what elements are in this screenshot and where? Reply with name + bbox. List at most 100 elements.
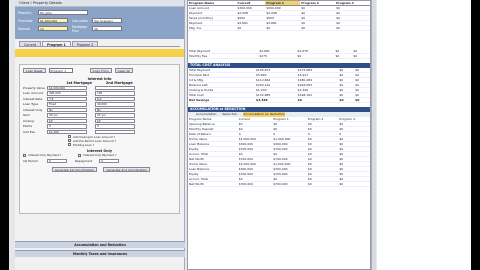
- table-cell: $0: [306, 181, 339, 188]
- generate-2nd-amortization-button[interactable]: Generate 2nd Amortization: [103, 166, 151, 172]
- loan-reset-button[interactable]: Loan Reset: [23, 68, 46, 73]
- accum-table: Program Name Current Program 1 Program 2 Pro…: [188, 117, 370, 188]
- property-field[interactable]: Mr. John: [38, 10, 88, 15]
- loan-check-row: Existing Loan ?: [20, 143, 179, 147]
- letterbox-right: [471, 0, 480, 270]
- loan-checks: Add Closing to Loan Amount ? Add Pre-Paid…: [20, 135, 179, 147]
- loan-checkbox-label: Existing Loan ?: [73, 142, 95, 147]
- loan-panel: Loan Reset Program 1 Copy From Clear All…: [19, 64, 180, 214]
- loan-checkbox[interactable]: [68, 135, 71, 138]
- first-mortgage-field[interactable]: 0: [47, 124, 87, 129]
- table-cell: Mtg. Ins.: [188, 25, 237, 32]
- table-cell: $0: [296, 53, 335, 60]
- table-cell: $0: [334, 53, 353, 60]
- table-cell: Net Savings: [188, 97, 255, 104]
- first-mortgage-field[interactable]: $1,000,000: [47, 85, 87, 90]
- first-mortgage-field[interactable]: 30 yrs: [47, 113, 87, 118]
- loan-checkbox[interactable]: [68, 139, 71, 142]
- io-checkbox-2[interactable]: [78, 153, 81, 157]
- first-mortgage-field[interactable]: $1,200: [47, 129, 87, 134]
- table-cell: $3,388: [254, 97, 297, 104]
- table-cell: $700,000: [237, 181, 273, 188]
- property-label: Property: [18, 10, 32, 15]
- first-mortgage-field[interactable]: 7.5: [47, 96, 87, 101]
- loan-field-label: Loan Amount: [23, 91, 43, 96]
- program-select[interactable]: Program 1: [48, 68, 73, 73]
- second-mortgage-field[interactable]: [95, 85, 135, 90]
- table-cell: $0: [236, 25, 266, 32]
- left-pane: Client / Property Details Property Mr. J…: [15, 0, 185, 270]
- deposit-field[interactable]: 10: [38, 26, 68, 31]
- analysis-table: Total Payment $105,673 $172,983 $0 $0 Princip…: [188, 68, 370, 104]
- table-cell: $0: [354, 97, 370, 104]
- io-checkbox-1-label: Interest Only Payment ?: [28, 153, 62, 158]
- analysis-body: Total Payment $105,673 $172,983 $0 $0 Princip…: [188, 68, 370, 99]
- second-mortgage-field[interactable]: 40,000: [95, 102, 135, 107]
- second-mortgage-field[interactable]: 0: [95, 124, 135, 129]
- results-table-top: Program Name Current Program 1 Program 2 Pro…: [188, 1, 370, 32]
- results-scrollbar[interactable]: [371, 0, 376, 270]
- table-cell: $0: [265, 25, 301, 32]
- loan-field-label: Interest Only: [23, 107, 43, 112]
- net-savings-row: Net Savings $3,388 $0 $0 $0: [188, 97, 370, 104]
- tab-current[interactable]: Current: [19, 41, 41, 47]
- calc-field[interactable]: Top Scenario: [92, 18, 122, 23]
- first-mortgage-field[interactable]: $0: [47, 118, 87, 123]
- table-cell: $0: [335, 25, 370, 32]
- first-mortgage-field[interactable]: Fixed: [47, 102, 87, 107]
- first-mortgage-field[interactable]: 300,000: [47, 91, 87, 96]
- second-mortgage-field[interactable]: 6.0: [95, 96, 135, 101]
- table-cell: $0: [352, 53, 370, 60]
- loan-field-label: Add Fee: [23, 129, 36, 134]
- second-mortgage-field[interactable]: $0: [95, 118, 135, 123]
- loan-field-label: Term: [23, 113, 31, 118]
- results-pane: Program Name Current Program 1 Program 2 Pro…: [187, 0, 371, 270]
- table-cell: $0: [300, 25, 336, 32]
- table-cell: Net Worth: [188, 181, 238, 188]
- results-mid-body: Total Payment $2,681 $2,976 $0 $0 Monthly Fee…: [188, 49, 370, 60]
- app-window: Client / Property Details Property Mr. J…: [9, 0, 471, 270]
- table-row: Net Worth $700,000 $700,000 $0 $0: [188, 181, 370, 188]
- tab-program-2[interactable]: Program 2: [71, 41, 99, 47]
- second-mortgage-field[interactable]: 25 yrs: [95, 113, 135, 118]
- yellow-banner: [15, 49, 184, 57]
- mortgage-plan-field[interactable]: 20: [92, 26, 122, 31]
- copy-from-button[interactable]: Copy From: [89, 68, 112, 73]
- loan-field-label: Interest Rate: [23, 96, 43, 101]
- mortgage-plan-label: Mortgage Plan: [72, 24, 88, 33]
- clear-all-button[interactable]: Clear All: [114, 68, 134, 73]
- loan-field-label: Property Value: [23, 85, 45, 90]
- generate-1st-amortization-button[interactable]: Generate 1st Amortization: [51, 166, 98, 172]
- repayment-field[interactable]: 3: [99, 158, 119, 163]
- io-period-label: I/O Period: [23, 158, 38, 163]
- second-mortgage-field[interactable]: No: [95, 107, 135, 112]
- table-row: Mtg. Ins. $0 $0 $0 $0: [188, 25, 370, 32]
- accum-body: Program Name Current Program 1 Program 2 Pro…: [188, 117, 370, 188]
- tab-program-1[interactable]: Program 1: [41, 41, 71, 47]
- accum-tab-reduction[interactable]: Reduction: [222, 112, 237, 117]
- table-cell: $0: [338, 181, 370, 188]
- accumulation-panel-bar[interactable]: Accumulation and Reduction: [15, 241, 185, 248]
- loan-checkbox[interactable]: [68, 143, 71, 146]
- io-checkbox-2-label: Interest Only Payment ?: [83, 153, 117, 158]
- blank-area: [377, 0, 471, 270]
- second-mortgage-field[interactable]: [95, 129, 135, 134]
- io-checkbox-1[interactable]: [23, 153, 26, 157]
- io-period-field[interactable]: 5: [47, 158, 67, 163]
- results-top-body: Loan Amount $300,000 $300,000 $0 $0 Payment $2…: [188, 5, 370, 32]
- loan-field-label: Closing: [23, 118, 34, 123]
- table-cell: $700,000: [272, 181, 307, 188]
- first-mortgage-field[interactable]: No: [47, 107, 87, 112]
- letterbox-left: [0, 0, 9, 270]
- purchase-field[interactable]: $1,000,000: [38, 18, 68, 23]
- taxes-panel-bar[interactable]: Monthly Taxes and Insurances: [15, 250, 185, 257]
- loan-field-label: Points: [23, 124, 33, 129]
- deposit-label: Deposit: [18, 26, 31, 31]
- table-cell: $275: [258, 53, 297, 60]
- program-tabs: Current Program 1 Program 2: [19, 41, 180, 47]
- purchase-label: Purchase: [18, 18, 33, 23]
- second-mortgage-field[interactable]: 100: [95, 91, 135, 96]
- repayment-label: Repayment: [75, 158, 93, 163]
- first-mortgage-heading: 1st Mortgage: [66, 81, 92, 85]
